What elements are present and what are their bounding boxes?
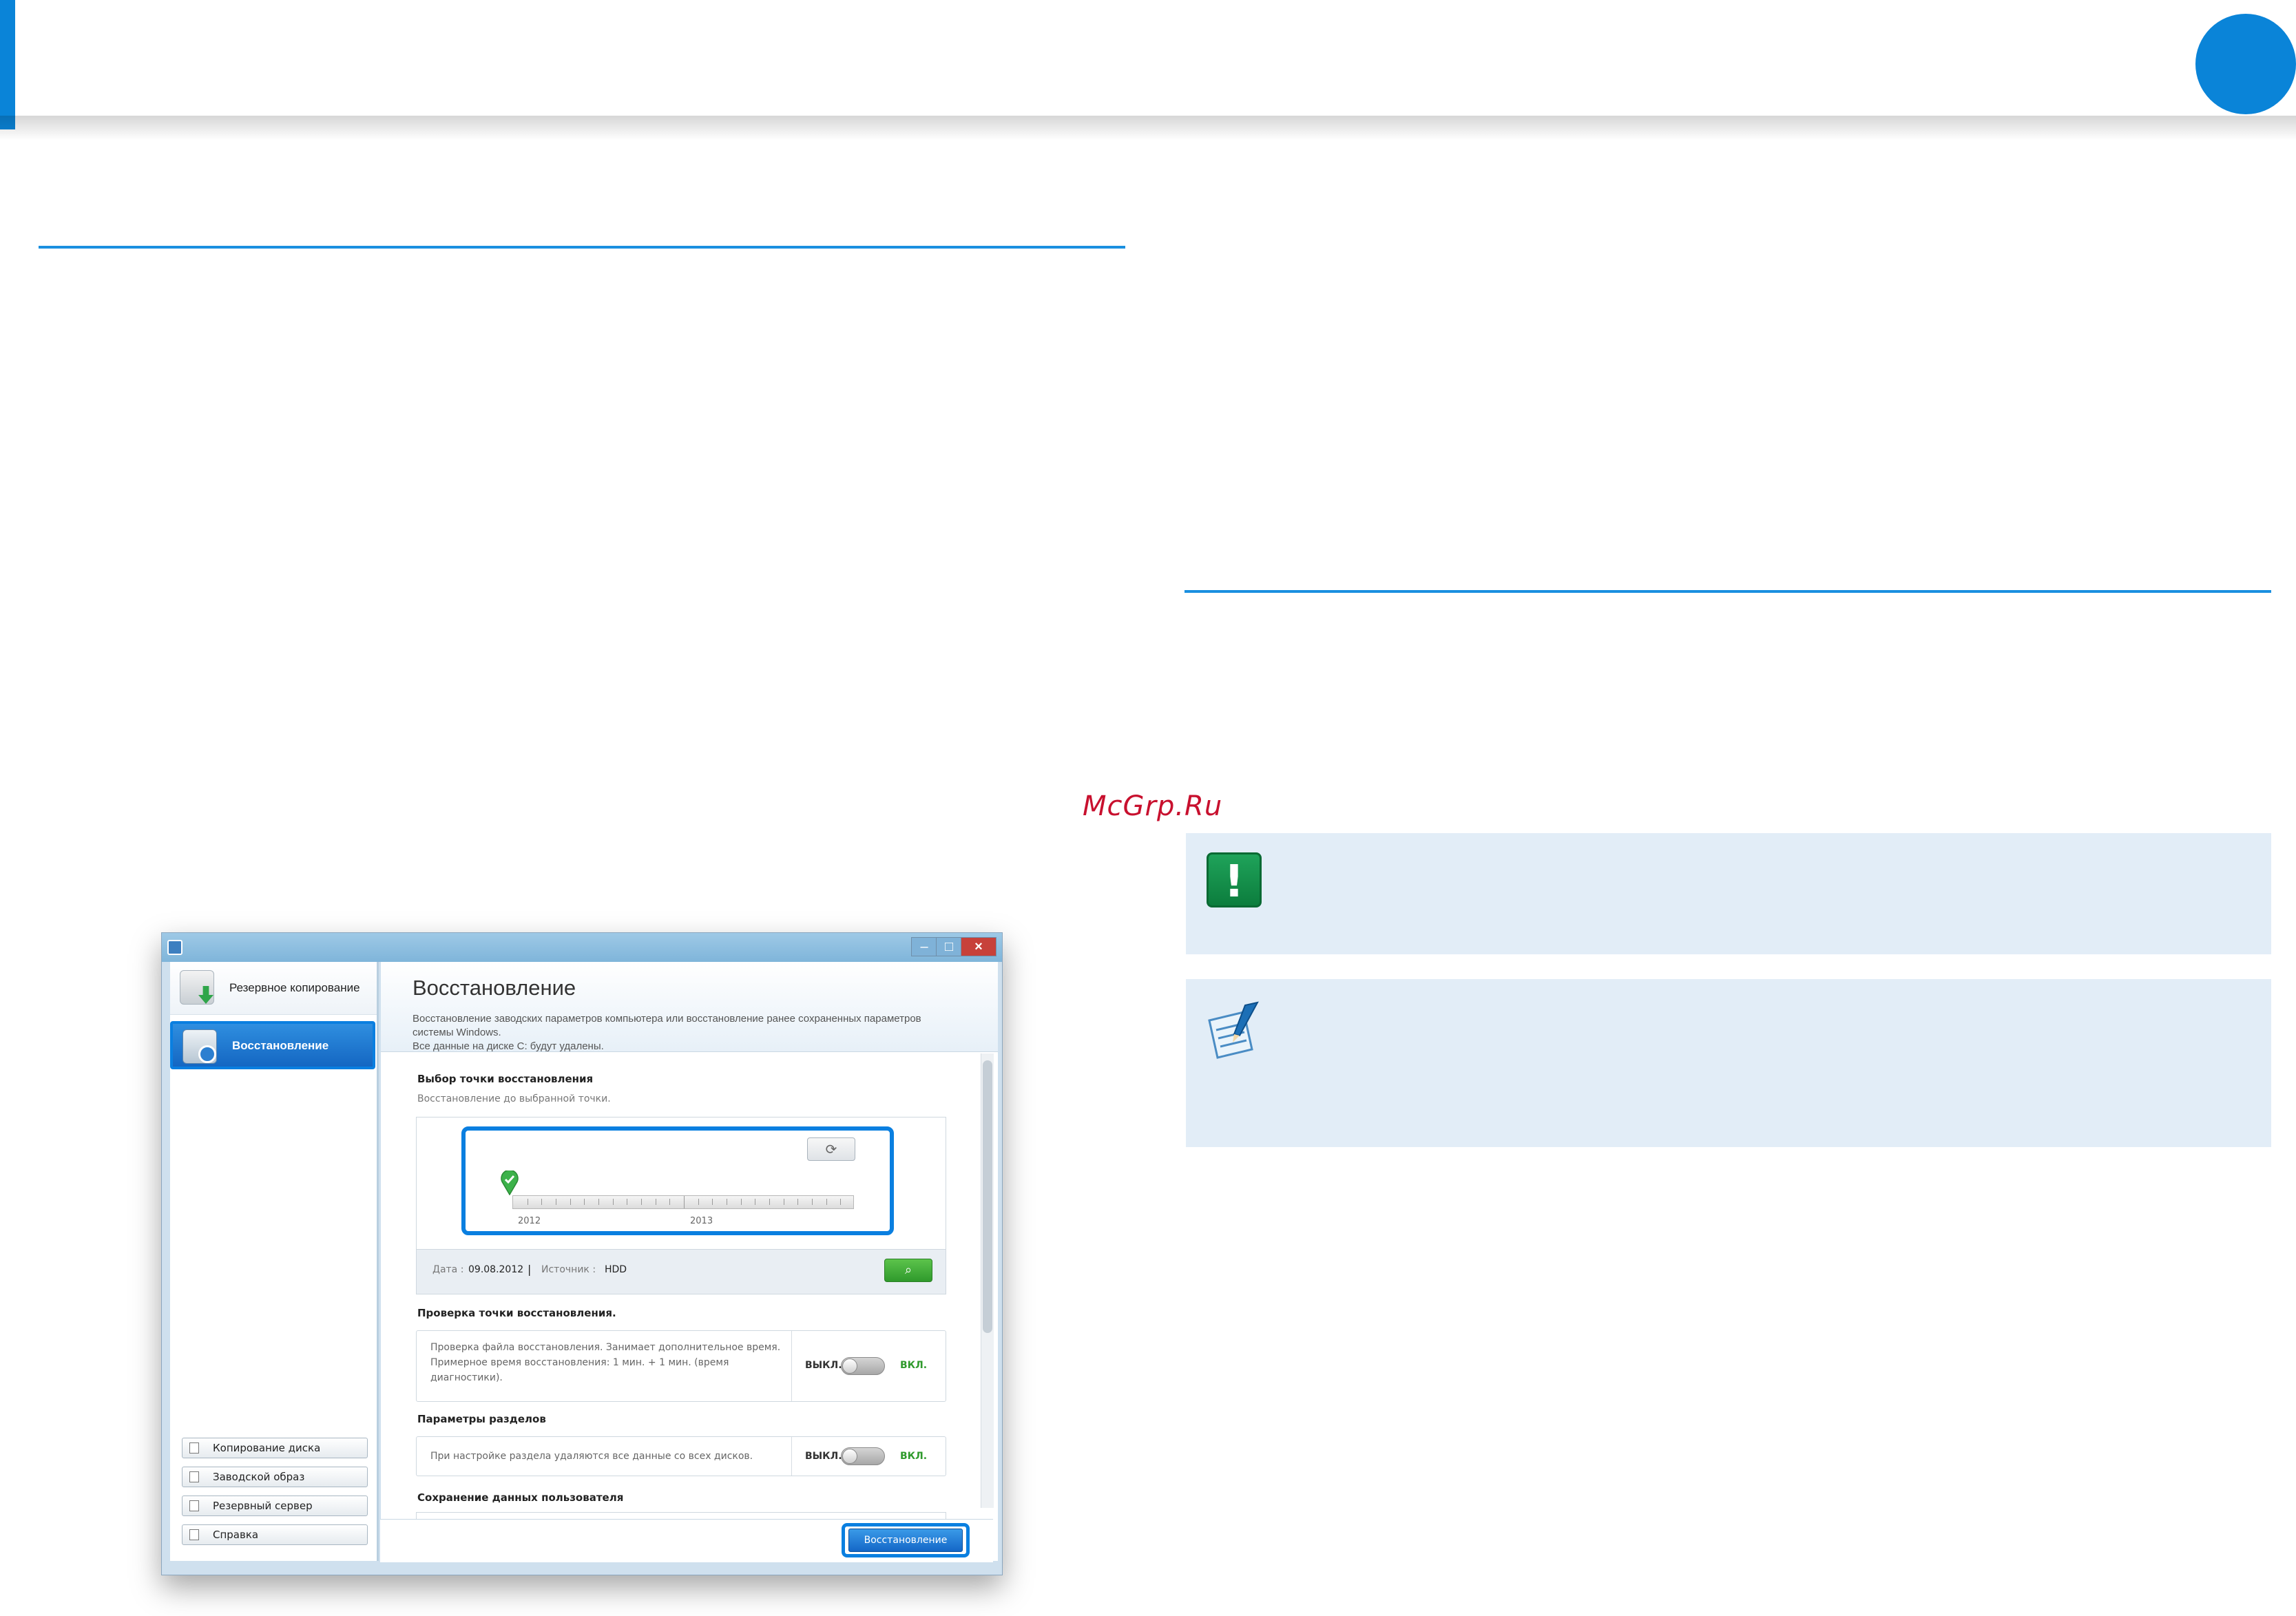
toggle-on-label: ВКЛ. xyxy=(900,1451,928,1462)
disk-copy-icon xyxy=(189,1442,199,1454)
partition-text: При настройке раздела удаляются все данн… xyxy=(430,1451,753,1462)
scroll-thumb[interactable] xyxy=(983,1060,992,1333)
timeline-tick xyxy=(613,1199,614,1205)
restore-point-subtitle: Восстановление до выбранной точки. xyxy=(417,1093,611,1104)
timeline-year-label: 2013 xyxy=(690,1216,713,1226)
factory-image-icon xyxy=(189,1471,199,1482)
verify-text-line: Проверка файла восстановления. Занимает … xyxy=(430,1342,781,1353)
help-button[interactable]: Справка xyxy=(182,1524,368,1545)
section-rule-right xyxy=(1184,590,2271,593)
timeline-tick xyxy=(826,1199,827,1205)
verify-heading: Проверка точки восстановления. xyxy=(417,1307,616,1319)
timeline-tick xyxy=(669,1199,670,1205)
page-description-line: системы Windows. xyxy=(413,1027,501,1038)
server-icon xyxy=(189,1500,199,1511)
timeline-tick xyxy=(541,1199,542,1205)
page-description-line: Восстановление заводских параметров комп… xyxy=(413,1013,921,1025)
watermark: McGrp.Ru xyxy=(1083,790,1223,822)
source-value: HDD xyxy=(605,1264,627,1275)
nav-item-backup[interactable]: Резервное копирование xyxy=(170,962,377,1015)
backup-icon xyxy=(180,970,214,1005)
restore-point-marker-icon[interactable] xyxy=(500,1171,519,1195)
page-title: Восстановление xyxy=(413,976,576,1000)
help-icon xyxy=(189,1529,199,1540)
warning-callout xyxy=(1186,833,2271,954)
main-header: Восстановление Восстановление заводских … xyxy=(381,962,998,1052)
factory-image-button[interactable]: Заводской образ xyxy=(182,1467,368,1487)
timeline-year-label: 2012 xyxy=(518,1216,541,1226)
minimize-button[interactable]: – xyxy=(911,937,937,956)
timeline-tick xyxy=(769,1199,770,1205)
main-scrollbar[interactable] xyxy=(981,1053,994,1508)
restore-icon xyxy=(182,1029,217,1064)
timeline-tick xyxy=(584,1199,585,1205)
timeline-tick xyxy=(698,1199,699,1205)
partition-toggle[interactable] xyxy=(841,1447,885,1465)
timeline-tick xyxy=(741,1199,742,1205)
partition-option-box: При настройке раздела удаляются все данн… xyxy=(416,1436,946,1476)
verify-text-line: Примерное время восстановления: 1 мин. +… xyxy=(430,1357,729,1368)
header-accent-bar xyxy=(0,0,15,129)
timeline-tick xyxy=(570,1199,571,1205)
maximize-button[interactable]: □ xyxy=(936,937,962,956)
date-label: Дата : xyxy=(432,1264,464,1275)
backup-server-button[interactable]: Резервный сервер xyxy=(182,1496,368,1516)
source-label: Источник : xyxy=(541,1264,596,1275)
page-description-warning: Все данные на диске C: будут удалены. xyxy=(413,1040,604,1052)
inspect-point-button[interactable]: ⌕ xyxy=(884,1259,932,1282)
verify-toggle[interactable] xyxy=(841,1357,885,1375)
header-shadow xyxy=(0,116,2296,140)
restore-point-heading: Выбор точки восстановления xyxy=(417,1073,594,1085)
disk-copy-button[interactable]: Копирование диска xyxy=(182,1438,368,1458)
toggle-on-label: ВКЛ. xyxy=(900,1360,928,1371)
nav-label-restore: Восстановление xyxy=(232,1039,329,1052)
toggle-off-label: ВЫКЛ. xyxy=(805,1451,842,1462)
timeline-tick xyxy=(641,1199,642,1205)
restore-button[interactable]: Восстановление xyxy=(848,1529,963,1552)
date-value: 09.08.2012 xyxy=(468,1264,524,1275)
exclamation-icon: ! xyxy=(1207,852,1262,907)
timeline-tick xyxy=(684,1196,685,1208)
toggle-off-label: ВЫКЛ. xyxy=(805,1360,842,1371)
verify-option-box: Проверка файла восстановления. Занимает … xyxy=(416,1330,946,1402)
note-callout xyxy=(1186,979,2271,1147)
timeline-tick xyxy=(712,1199,713,1205)
window-titlebar: – □ × xyxy=(162,933,1002,962)
timeline-slider[interactable] xyxy=(512,1195,854,1209)
section-rule-left xyxy=(39,246,1125,249)
close-button[interactable]: × xyxy=(961,937,996,956)
user-data-option-box xyxy=(416,1512,946,1519)
timeline-tick xyxy=(598,1199,599,1205)
note-pen-icon xyxy=(1208,1001,1259,1059)
user-data-heading: Сохранение данных пользователя xyxy=(417,1491,624,1504)
timeline-tick xyxy=(812,1199,813,1205)
partition-heading: Параметры разделов xyxy=(417,1413,546,1425)
timeline-tick xyxy=(840,1199,841,1205)
timeline-tick xyxy=(797,1199,798,1205)
verify-text-line: диагностики). xyxy=(430,1372,503,1383)
separator: | xyxy=(528,1263,532,1276)
app-icon xyxy=(167,940,182,955)
nav-label-backup: Резервное копирование xyxy=(229,981,360,994)
nav-item-restore[interactable]: Восстановление xyxy=(170,1021,375,1069)
page-tab-circle xyxy=(2195,14,2296,114)
refresh-points-button[interactable]: ⟳ xyxy=(807,1137,855,1161)
